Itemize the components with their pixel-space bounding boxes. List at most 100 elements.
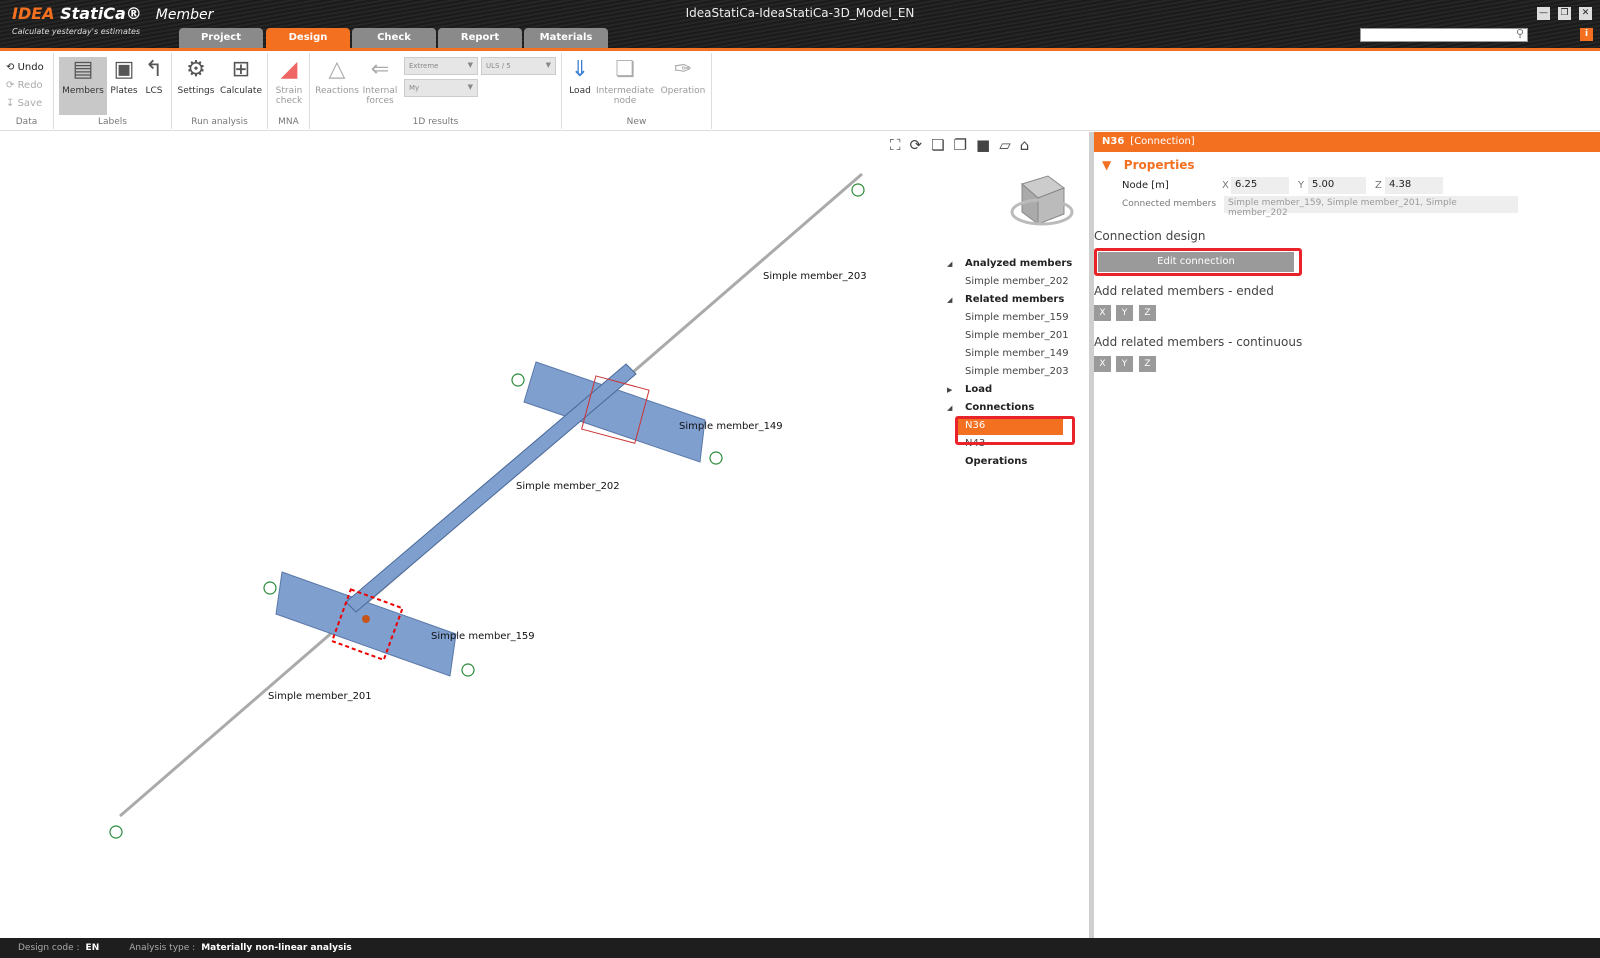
view-iso-icon[interactable]: ❏ <box>931 136 953 154</box>
chevron-down-icon: ▼ <box>467 61 473 69</box>
group-label: 1D results <box>412 117 459 127</box>
node-z-field[interactable]: 4.38 <box>1385 177 1443 194</box>
close-button[interactable]: ✕ <box>1579 7 1592 20</box>
group-label: MNA <box>278 117 299 127</box>
node-x-field[interactable]: 6.25 <box>1231 177 1289 194</box>
combination-dropdown[interactable]: ULS / 5 ▼ <box>481 57 556 75</box>
undo-button[interactable]: ⟲ Undo <box>6 62 44 73</box>
rotate-icon[interactable]: ⟳ <box>910 136 932 154</box>
group-new: ⇓ Load ❏ Intermediate node ✑ Operation New <box>562 53 712 129</box>
view-wire-icon[interactable]: ❐ <box>954 136 976 154</box>
ended-x-button[interactable]: X <box>1094 305 1111 321</box>
label-member-202: Simple member_202 <box>516 481 620 492</box>
y-label: Y <box>1298 180 1305 191</box>
label-member-159: Simple member_159 <box>431 631 535 642</box>
title-bar: IDEA StatiCa® Member Calculate yesterday'… <box>0 0 1600 48</box>
maximize-button[interactable]: ❐ <box>1558 7 1571 20</box>
continuous-y-button[interactable]: Y <box>1116 356 1133 372</box>
intermediate-node-button[interactable]: ❏ Intermediate node <box>596 57 654 106</box>
internal-forces-icon: ⇐ <box>370 57 390 82</box>
load-icon: ⇓ <box>570 57 590 82</box>
load-button[interactable]: ⇓ Load <box>566 57 594 96</box>
internal-forces-button[interactable]: ⇐ Internal forces <box>362 57 398 106</box>
reactions-button[interactable]: △ Reactions <box>314 57 360 96</box>
tree-analyzed-members[interactable]: ◢ Analyzed members <box>945 255 1072 273</box>
group-label: Data <box>15 117 38 127</box>
view-solid-icon[interactable]: ■ <box>976 136 999 154</box>
tree-item[interactable]: Simple member_202 <box>945 273 1072 291</box>
model-view[interactable]: Simple member_203 Simple member_149 Simp… <box>0 132 1090 938</box>
connected-members-label: Connected members <box>1122 199 1217 209</box>
properties-section[interactable]: ▼ Properties <box>1102 158 1600 172</box>
properties-panel: N36 [Connection] ▼ Properties Node [m] X … <box>1094 132 1600 938</box>
members-icon: ▤ <box>72 57 94 82</box>
collapse-icon[interactable]: ▼ <box>1102 158 1111 172</box>
component-dropdown[interactable]: My ▼ <box>404 79 478 97</box>
collapse-icon[interactable]: ◢ <box>947 399 952 417</box>
tree-operations[interactable]: Operations <box>945 453 1072 471</box>
continuous-z-button[interactable]: Z <box>1139 356 1156 372</box>
home-icon[interactable]: ⌂ <box>1020 136 1039 154</box>
status-bar: Design code : EN Analysis type : Materially… <box>0 938 1600 958</box>
tree-connections[interactable]: ◢ Connections <box>945 399 1072 417</box>
gear-icon: ⚙ <box>186 57 206 82</box>
collapse-icon[interactable]: ◢ <box>947 291 952 309</box>
edit-connection-button[interactable]: Edit connection <box>1098 252 1294 272</box>
group-1d-results: △ Reactions ⇐ Internal forces Extreme ▼ ULS … <box>310 53 562 129</box>
calculate-button[interactable]: ⊞ Calculate <box>218 57 264 96</box>
highlight-box <box>955 416 1075 445</box>
chevron-down-icon: ▼ <box>467 83 473 91</box>
group-label: Run analysis <box>191 117 248 127</box>
analysis-type: Materially non-linear analysis <box>201 943 352 953</box>
group-data: ⟲ Undo ⟳ Redo ↧ Save Data <box>0 53 54 129</box>
window-title: IdeaStatiCa-IdeaStatiCa-3D_Model_EN <box>685 6 915 20</box>
tree-item[interactable]: Simple member_201 <box>945 327 1072 345</box>
tab-check[interactable]: Check <box>352 28 436 48</box>
z-label: Z <box>1375 180 1382 191</box>
group-label: New <box>626 117 647 127</box>
tab-project[interactable]: Project <box>179 28 263 48</box>
tree-item[interactable]: Simple member_149 <box>945 345 1072 363</box>
search-input[interactable]: ⚲ <box>1360 27 1528 42</box>
tree-item[interactable]: Simple member_159 <box>945 309 1072 327</box>
extreme-dropdown[interactable]: Extreme ▼ <box>404 57 478 75</box>
group-run: ⚙ Settings ⊞ Calculate Run analysis <box>172 53 268 129</box>
ribbon: ⟲ Undo ⟳ Redo ↧ Save Data ▤ Members ▣ Plat… <box>0 51 1600 131</box>
tree-related-members[interactable]: ◢ Related members <box>945 291 1072 309</box>
tree-load[interactable]: ▶ Load <box>945 381 1072 399</box>
ended-y-button[interactable]: Y <box>1116 305 1133 321</box>
navigation-cube[interactable] <box>1010 175 1074 226</box>
support-icons <box>109 183 865 839</box>
tab-design[interactable]: Design <box>266 28 350 48</box>
ended-z-button[interactable]: Z <box>1139 305 1156 321</box>
tab-materials[interactable]: Materials <box>524 28 608 48</box>
label-member-203: Simple member_203 <box>763 271 867 282</box>
save-button[interactable]: ↧ Save <box>6 98 42 109</box>
3d-viewport[interactable]: Simple member_203 Simple member_149 Simp… <box>0 132 1090 938</box>
continuous-x-button[interactable]: X <box>1094 356 1111 372</box>
lcs-button[interactable]: ↰ LCS <box>140 57 168 96</box>
settings-button[interactable]: ⚙ Settings <box>176 57 216 96</box>
view-plane-icon[interactable]: ▱ <box>999 136 1020 154</box>
ended-heading: Add related members - ended <box>1094 284 1274 298</box>
info-button[interactable]: i <box>1580 28 1593 41</box>
reactions-icon: △ <box>328 57 346 82</box>
minimize-button[interactable]: — <box>1537 7 1550 20</box>
redo-button[interactable]: ⟳ Redo <box>6 80 43 91</box>
fullscreen-icon[interactable]: ⛶ <box>890 136 910 154</box>
view-toolbar: ⛶⟳❏❐■▱⌂ <box>890 136 1038 154</box>
tab-report[interactable]: Report <box>438 28 522 48</box>
expand-icon[interactable]: ▶ <box>947 381 952 399</box>
strain-check-button[interactable]: ◢ Strain check <box>270 57 308 106</box>
calculator-icon: ⊞ <box>231 57 251 82</box>
continuous-heading: Add related members - continuous <box>1094 335 1303 349</box>
tree-item[interactable]: Simple member_203 <box>945 363 1072 381</box>
collapse-icon[interactable]: ◢ <box>947 255 952 273</box>
x-label: X <box>1222 180 1229 191</box>
members-button[interactable]: ▤ Members <box>59 57 107 115</box>
group-mna: ◢ Strain check MNA <box>268 53 310 129</box>
node-y-field[interactable]: 5.00 <box>1308 177 1366 194</box>
plates-button[interactable]: ▣ Plates <box>109 57 139 96</box>
operation-button[interactable]: ✑ Operation <box>658 57 708 96</box>
strain-chart-icon: ◢ <box>280 57 298 82</box>
